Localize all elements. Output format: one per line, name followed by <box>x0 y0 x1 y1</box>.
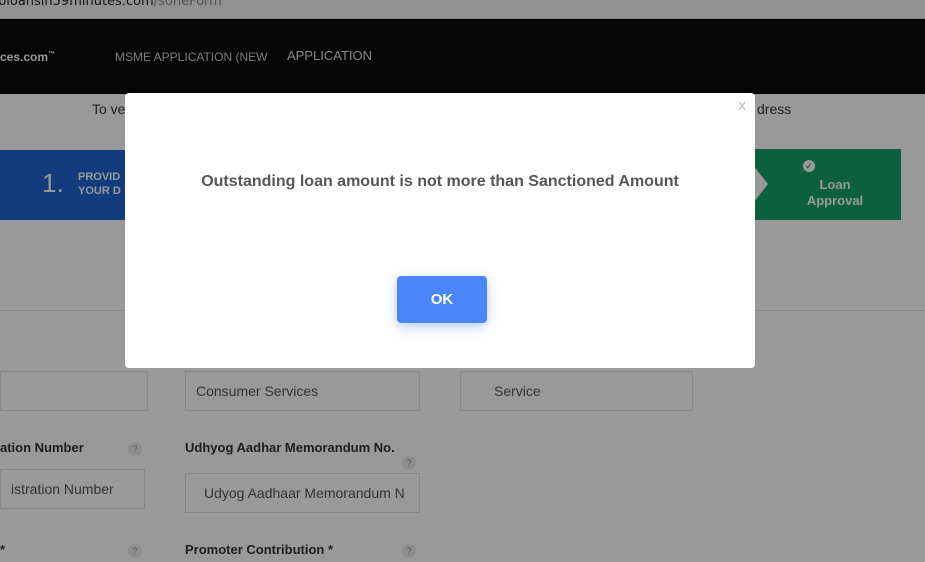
close-icon[interactable]: x <box>739 97 747 114</box>
ok-button[interactable]: OK <box>397 276 487 323</box>
alert-dialog: x Outstanding loan amount is not more th… <box>125 93 755 368</box>
dialog-message: Outstanding loan amount is not more than… <box>201 173 679 190</box>
